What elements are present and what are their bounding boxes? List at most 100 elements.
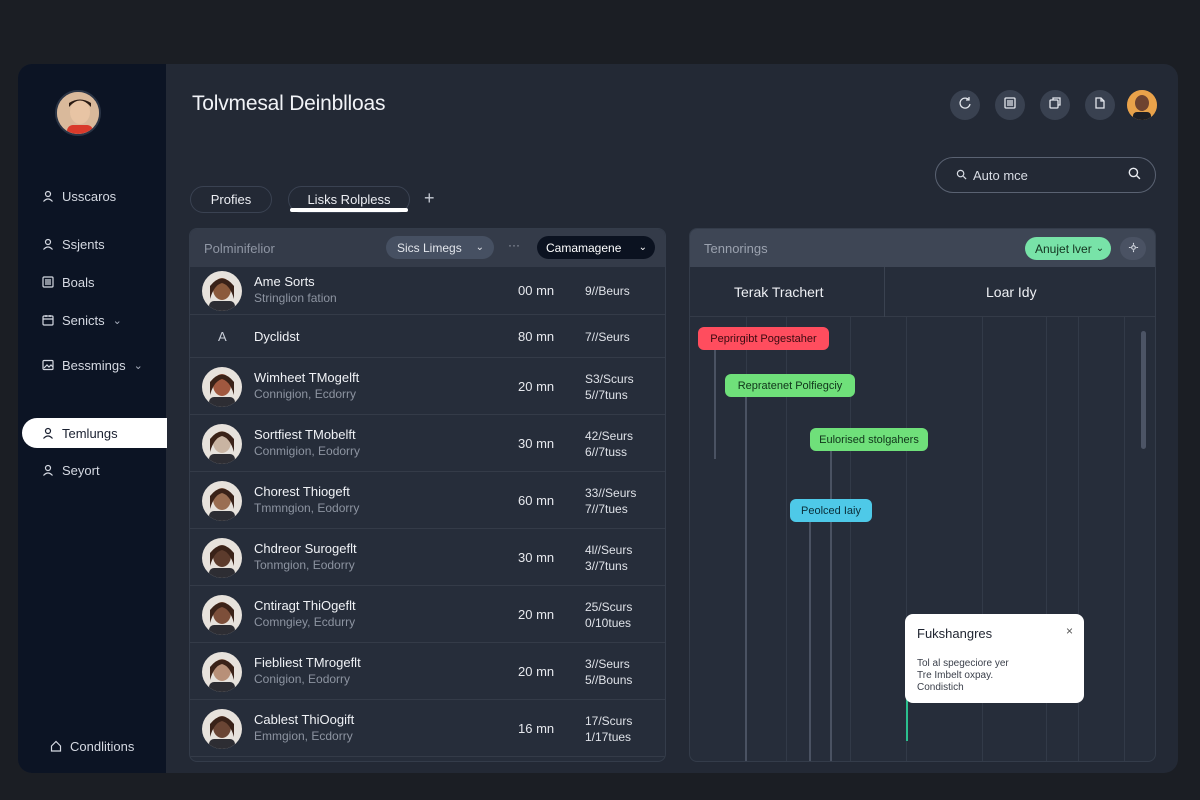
bar-stem: [830, 449, 832, 761]
copy-button[interactable]: [1040, 90, 1070, 120]
row-subtitle: Tmmngion, Eodorry: [254, 501, 360, 515]
sidebar-item-label: Seyort: [62, 462, 100, 478]
sidebar-item-senicts[interactable]: Senicts ⌄: [22, 305, 167, 335]
search-icon[interactable]: [1128, 167, 1141, 183]
sidebar-item-ssjents[interactable]: Ssjents: [22, 229, 167, 259]
row-status-secondary: 1/17tues: [585, 730, 632, 744]
search-field[interactable]: Auto mce: [935, 157, 1156, 193]
timeline-bar[interactable]: Eulorised stolgahers: [810, 428, 928, 451]
row-name: Chorest Thiogeft: [254, 484, 350, 499]
sidebar-item-label: Bessmings: [62, 357, 126, 373]
bar-stem: [745, 395, 747, 761]
table-row[interactable]: Cntiragt ThiOgeflt Comngiey, Ecdurry 20 mn…: [190, 586, 665, 643]
row-status: 25/Scurs: [585, 600, 633, 614]
row-subtitle: Conigion, Eodorry: [254, 672, 351, 686]
row-status-secondary: 7//7tues: [585, 502, 628, 516]
row-status: 7//Seurs: [585, 330, 630, 344]
popup-title: Fukshangres: [917, 626, 993, 641]
sidebar-item-label: Usscaros: [62, 188, 117, 204]
timeline-filter-dropdown[interactable]: Anujet lver ⌄: [1025, 237, 1111, 260]
table-row[interactable]: Sortfiest TMobelft Conmigion, Eodorry 30 m…: [190, 415, 665, 472]
file-icon: [1093, 96, 1107, 115]
row-name: Sortfiest TMobelft: [254, 427, 356, 442]
row-duration: 20 mn: [518, 664, 555, 679]
sidebar-item-condlitions[interactable]: Condlitions: [22, 731, 167, 761]
sidebar-item-seyort[interactable]: Seyort: [22, 455, 167, 485]
app-window: Usscaros Ssjents Boals Senicts ⌄ Bessmin…: [18, 64, 1178, 773]
profile-avatar[interactable]: [1127, 90, 1157, 120]
row-status: 4l//Seurs: [585, 543, 633, 557]
sidebar-item-label: Ssjents: [62, 236, 105, 252]
table-row[interactable]: Wimheet TMogelft Connigion, Ecdorry 20 mn S…: [190, 358, 665, 415]
row-name: Chdreor Surogeflt: [254, 541, 357, 556]
person-icon: [42, 238, 54, 250]
timeline-bar[interactable]: Repratenet Polfiegciy: [725, 374, 855, 397]
sidebar: Usscaros Ssjents Boals Senicts ⌄ Bessmin…: [18, 64, 167, 773]
list-button[interactable]: [995, 90, 1025, 120]
row-subtitle: Conmigion, Eodorry: [254, 444, 361, 458]
settings-button[interactable]: [1120, 237, 1146, 260]
category-dropdown[interactable]: Camamagene ⌄: [537, 236, 655, 259]
avatar: [202, 481, 242, 521]
tab-profies[interactable]: Profies: [190, 186, 272, 213]
table-body: Ame Sorts Stringlion fation 00 mn 9//Beurs A…: [190, 267, 665, 757]
row-name: Ame Sorts: [254, 274, 315, 289]
filter-dropdown[interactable]: Sics Limegs ⌄: [386, 236, 494, 259]
table-row[interactable]: Ame Sorts Stringlion fation 00 mn 9//Beurs: [190, 267, 665, 315]
add-tab-button[interactable]: +: [424, 188, 435, 209]
row-duration: 80 mn: [518, 329, 555, 344]
scrollbar[interactable]: [1141, 331, 1146, 449]
filter-label: Sics Limegs: [397, 240, 462, 255]
search-input[interactable]: Auto mce: [973, 168, 1128, 183]
row-status: 17/Scurs: [585, 714, 633, 728]
user-avatar[interactable]: [55, 90, 101, 136]
table-row[interactable]: Chdreor Surogeflt Tonmgion, Eodorry 30 mn 4…: [190, 529, 665, 586]
close-icon[interactable]: ×: [1066, 624, 1073, 638]
timeline-bar[interactable]: Peprirgibt Pogestaher: [698, 327, 829, 350]
plus-icon: +: [424, 188, 435, 208]
row-status: 9//Beurs: [585, 284, 630, 298]
bar-stem: [714, 349, 716, 459]
settings-icon: [1128, 240, 1139, 258]
sidebar-item-temlungs[interactable]: Temlungs: [22, 418, 167, 448]
chevron-down-icon: ⌄: [1095, 243, 1105, 254]
sidebar-footer-label: Condlitions: [70, 738, 135, 754]
row-name: Fiebliest TMrogeflt: [254, 655, 361, 670]
row-subtitle: Connigion, Ecdorry: [254, 387, 357, 401]
timeline-columns: Terak Trachert Loar Idy: [690, 267, 1155, 317]
row-status-secondary: 5//Bouns: [585, 673, 633, 687]
row-status-secondary: 3//7tuns: [585, 559, 628, 573]
more-options-button[interactable]: ···: [508, 238, 520, 252]
sidebar-item-boals[interactable]: Boals: [22, 267, 167, 297]
refresh-icon: [958, 96, 972, 115]
timeline-bar[interactable]: Peolced Iaiy: [790, 499, 872, 522]
timeline-bar-label: Peprirgibt Pogestaher: [710, 332, 817, 345]
avatar: [202, 709, 242, 749]
chevron-down-icon: ⌄: [133, 359, 143, 372]
row-status: S3/Scurs: [585, 372, 634, 386]
popup-body: Tol al spegeciore yer Tre Imbelt oxpay. …: [917, 658, 1009, 693]
row-status: 33//Seurs: [585, 486, 637, 500]
refresh-button[interactable]: [950, 90, 980, 120]
active-tab-indicator: [290, 208, 408, 212]
column-divider: [884, 267, 885, 317]
page-title: Tolvmesal Deinblloas: [192, 92, 386, 115]
file-button[interactable]: [1085, 90, 1115, 120]
tab-label: Lisks Rolpless: [307, 192, 391, 207]
avatar: [202, 595, 242, 635]
home-icon: [50, 740, 62, 752]
table-row[interactable]: Cablest ThiOogift Emmgion, Ecdorry 16 mn 17…: [190, 700, 665, 757]
row-subtitle: Tonmgion, Eodorry: [254, 558, 355, 572]
person-icon: [42, 464, 54, 476]
table-row[interactable]: Chorest Thiogeft Tmmngion, Eodorry 60 mn 33…: [190, 472, 665, 529]
sidebar-item-usscaros[interactable]: Usscaros: [22, 181, 167, 211]
row-duration: 20 mn: [518, 379, 555, 394]
row-duration: 30 mn: [518, 550, 555, 565]
table-row[interactable]: Fiebliest TMrogeflt Conigion, Eodorry 20 m…: [190, 643, 665, 700]
table-row[interactable]: A Dyclidst 80 mn 7//Seurs: [190, 315, 665, 358]
row-status-secondary: 0/10tues: [585, 616, 632, 630]
avatar: [202, 652, 242, 692]
row-duration: 60 mn: [518, 493, 555, 508]
category-label: Camamagene: [546, 240, 622, 255]
sidebar-item-bessmings[interactable]: Bessmings ⌄: [22, 350, 167, 380]
